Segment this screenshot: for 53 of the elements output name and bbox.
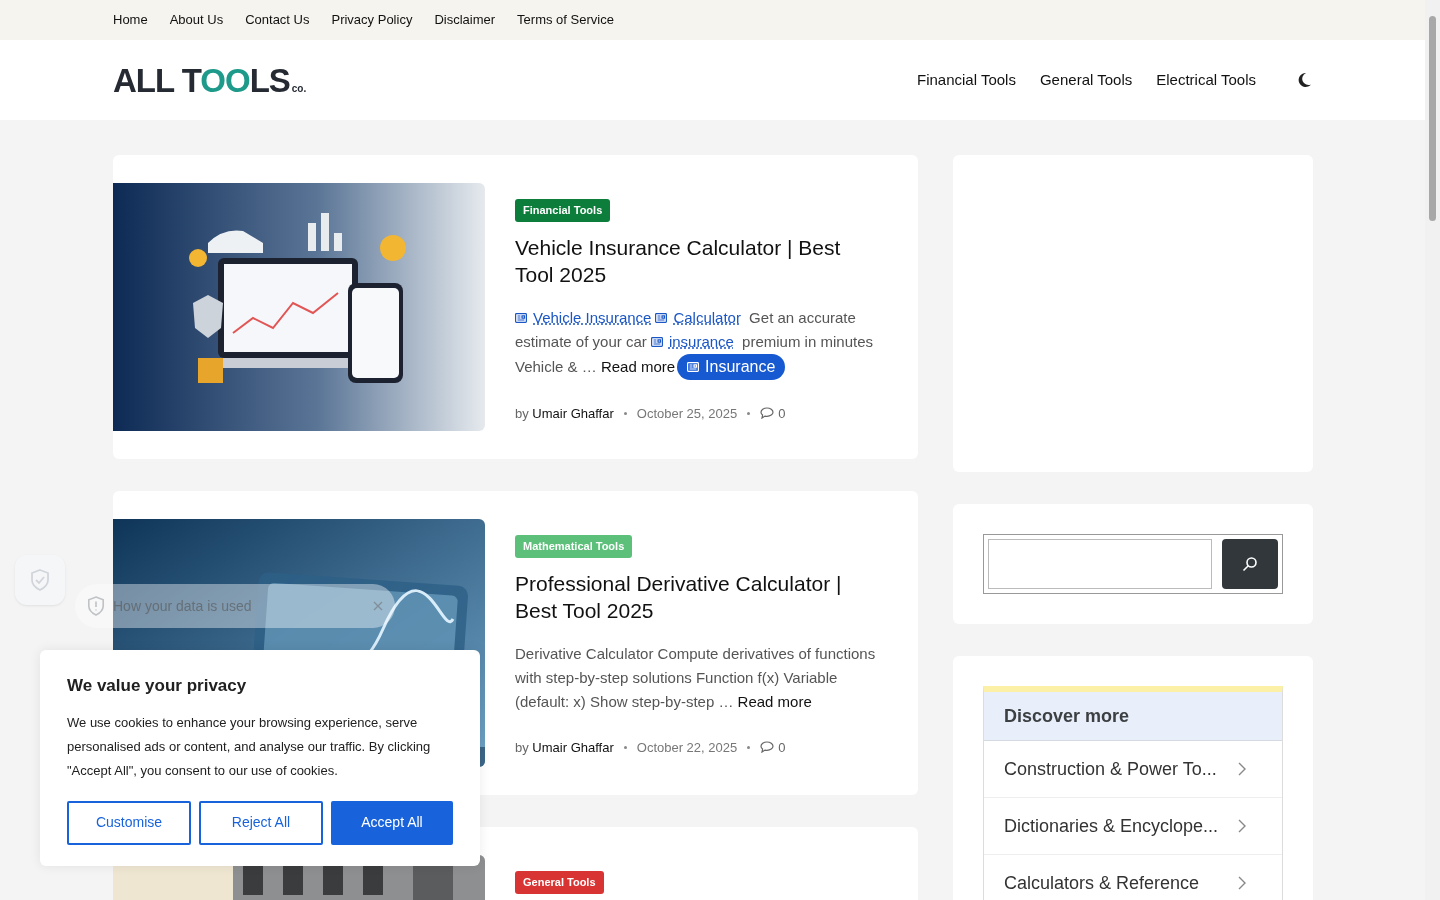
shield-check-icon	[30, 569, 50, 591]
search-field[interactable]	[988, 539, 1212, 589]
shield-alert-icon	[87, 596, 105, 616]
inline-link[interactable]: insurance	[650, 332, 734, 350]
discover-item[interactable]: Construction & Power To...	[984, 741, 1282, 798]
top-nav-link[interactable]: Disclaimer	[434, 10, 496, 30]
cookie-button[interactable]: Customise	[67, 800, 191, 845]
main-nav-link[interactable]: Electrical Tools	[1156, 68, 1256, 92]
discover-title: Discover more	[1004, 704, 1130, 728]
category-tag[interactable]: Financial Tools	[515, 199, 611, 222]
keyword-chip[interactable]: Insurance	[677, 353, 786, 380]
top-nav-link[interactable]: Contact Us	[245, 10, 310, 30]
read-more-link[interactable]: Read more	[737, 692, 812, 710]
category-tag[interactable]: General Tools	[515, 871, 604, 894]
article-icon	[650, 336, 663, 347]
discover-item[interactable]: Calculators & Reference	[984, 855, 1282, 900]
top-nav-link[interactable]: Terms of Service	[517, 10, 614, 30]
read-more-link[interactable]: Read more	[600, 357, 676, 375]
chevron-right-icon	[1238, 819, 1246, 833]
top-nav-link[interactable]: About Us	[169, 10, 224, 30]
search-button[interactable]	[1222, 539, 1278, 589]
top-nav-link[interactable]: Privacy Policy	[331, 10, 413, 30]
moon-icon[interactable]	[1296, 72, 1312, 88]
top-nav-link[interactable]: Home	[113, 10, 148, 30]
post-excerpt: Vehicle Insurance Calculator Get an accurate estimate of your car insurance premium in minutes Vehicle & … Read more Insurance	[515, 305, 882, 380]
inline-link[interactable]: Vehicle Insurance	[515, 308, 652, 326]
chevron-right-icon	[1238, 762, 1246, 776]
cookie-text: We use cookies to enhance your browsing experience, serve personalised ads or content, and analyse our traffic. By clicking "Accept All", you consent to our use of cookies.	[67, 713, 432, 780]
main-nav-link[interactable]: Financial Tools	[917, 68, 1016, 92]
privacy-badge[interactable]	[15, 555, 65, 605]
article-icon	[515, 312, 527, 323]
chevron-right-icon	[1238, 876, 1246, 890]
article-icon	[655, 312, 668, 323]
post-date: October 25, 2025	[636, 404, 738, 423]
search-icon	[1242, 556, 1258, 572]
cookie-button[interactable]: Reject All	[199, 800, 323, 845]
post-title[interactable]: Vehicle Insurance Calculator | Best Tool 2025	[515, 233, 882, 288]
article-icon	[687, 361, 700, 372]
site-logo[interactable]: ALL TOOLSco.	[113, 63, 307, 97]
post-title[interactable]: Professional Derivative Calculator | Best Tool 2025	[515, 569, 882, 624]
cookie-button[interactable]: Accept All	[330, 800, 453, 845]
comment-count[interactable]: 0	[778, 737, 786, 757]
post-excerpt: Derivative Calculator Compute derivatives of functions with step-by-step solutions Function f(x) Variable (default: x) Show step-by-step … Read more	[515, 643, 877, 712]
comment-icon	[760, 407, 775, 420]
post-author: by Umair Ghaffar	[515, 404, 614, 423]
cookie-title: We value your privacy	[67, 675, 248, 697]
discover-item[interactable]: Dictionaries & Encyclope...	[984, 798, 1282, 855]
comment-count[interactable]: 0	[778, 403, 786, 423]
inline-link[interactable]: Calculator	[655, 308, 741, 326]
main-nav-link[interactable]: General Tools	[1039, 68, 1133, 92]
post-date: October 22, 2025	[636, 738, 738, 757]
comment-icon	[760, 741, 775, 754]
post-author: by Umair Ghaffar	[515, 738, 614, 757]
